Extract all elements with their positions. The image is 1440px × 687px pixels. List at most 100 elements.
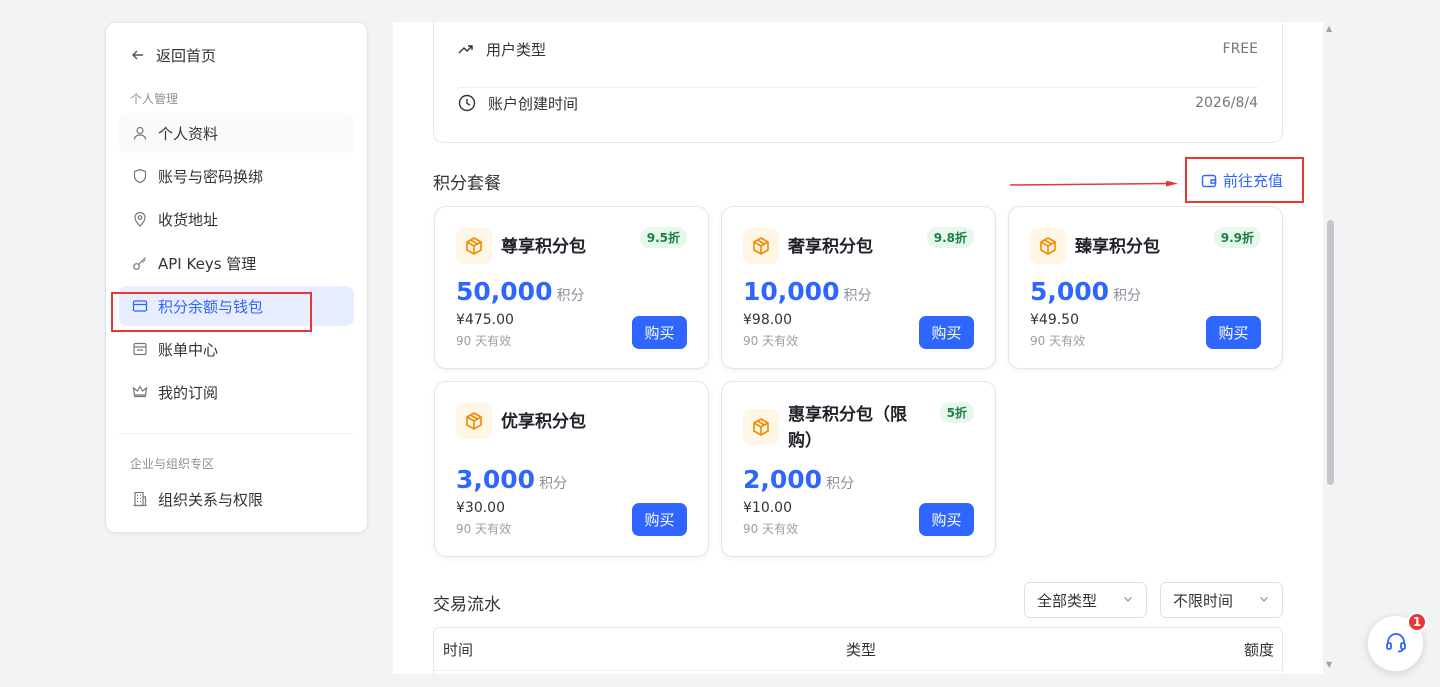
package-card: 尊享积分包 9.5折 50,000 积分 ¥475.00 90 天有效 购买 xyxy=(434,206,709,369)
time-filter-select[interactable]: 不限时间 xyxy=(1160,582,1283,618)
table-header-divider xyxy=(434,670,1282,671)
sidebar-item-label: 个人资料 xyxy=(158,124,219,143)
package-box-icon xyxy=(456,228,492,264)
wallet-icon xyxy=(1201,173,1217,189)
user-type-value: FREE xyxy=(1222,41,1258,57)
transactions-title: 交易流水 xyxy=(433,595,501,615)
package-amount: 2,000 积分 xyxy=(743,465,854,494)
credits-unit: 积分 xyxy=(1113,288,1142,304)
package-name: 臻享积分包 xyxy=(1075,237,1160,257)
created-time-label: 账户创建时间 xyxy=(488,94,579,113)
clock-icon xyxy=(458,94,476,112)
sidebar-item-account-security[interactable]: 账号与密码换绑 xyxy=(119,156,354,196)
package-amount: 3,000 积分 xyxy=(456,465,567,494)
package-amount: 5,000 积分 xyxy=(1030,277,1141,306)
package-name: 尊享积分包 xyxy=(501,237,586,257)
user-type-label: 用户类型 xyxy=(486,40,547,59)
back-home-link[interactable]: 返回首页 xyxy=(130,43,216,67)
transactions-table: 时间 类型 额度 xyxy=(433,627,1283,674)
building-icon xyxy=(132,491,148,507)
package-card: 奢享积分包 9.8折 10,000 积分 ¥98.00 90 天有效 购买 xyxy=(721,206,996,369)
discount-badge: 5折 xyxy=(939,402,974,423)
annotation-arrow xyxy=(1010,181,1178,187)
sidebar-item-label: 账单中心 xyxy=(158,340,219,359)
recharge-label: 前往充值 xyxy=(1222,172,1283,190)
package-credits: 3,000 xyxy=(456,465,536,494)
sidebar-item-billing[interactable]: 账单中心 xyxy=(119,329,354,369)
chevron-down-icon xyxy=(1122,591,1134,609)
shield-icon xyxy=(132,168,148,184)
package-credits: 5,000 xyxy=(1030,277,1110,306)
package-validity: 90 天有效 xyxy=(1030,334,1086,348)
package-credits: 2,000 xyxy=(743,465,823,494)
package-name: 优享积分包 xyxy=(501,412,586,432)
sidebar-item-label: 我的订阅 xyxy=(158,383,219,402)
package-price: ¥475.00 xyxy=(456,312,514,328)
package-validity: 90 天有效 xyxy=(743,522,799,536)
package-price: ¥98.00 xyxy=(743,312,792,328)
package-box-icon xyxy=(456,403,492,439)
notification-badge: 1 xyxy=(1407,612,1427,632)
credit-card-icon xyxy=(132,298,148,314)
credits-unit: 积分 xyxy=(843,288,872,304)
scrollbar[interactable]: ▲ ▼ xyxy=(1323,22,1337,674)
sidebar-item-address[interactable]: 收货地址 xyxy=(119,199,354,239)
package-amount: 50,000 积分 xyxy=(456,277,584,306)
user-icon xyxy=(132,125,148,141)
buy-button[interactable]: 购买 xyxy=(632,316,687,349)
section-personal-heading: 个人管理 xyxy=(130,92,179,106)
package-amount: 10,000 积分 xyxy=(743,277,871,306)
key-icon xyxy=(132,255,148,271)
headset-icon xyxy=(1384,630,1408,658)
sidebar-item-label: 收货地址 xyxy=(158,210,219,229)
recharge-link[interactable]: 前往充值 xyxy=(1201,170,1283,191)
main-panel: 用户类型 FREE 账户创建时间 2026/8/4 积分套餐 前往充值 尊享积分… xyxy=(393,22,1323,674)
type-filter-select[interactable]: 全部类型 xyxy=(1024,582,1147,618)
created-time-value: 2026/8/4 xyxy=(1195,95,1258,111)
package-box-icon xyxy=(743,409,779,445)
buy-button[interactable]: 购买 xyxy=(919,316,974,349)
package-price: ¥30.00 xyxy=(456,500,505,516)
scroll-up-icon[interactable]: ▲ xyxy=(1326,24,1332,33)
created-time-row: 账户创建时间 2026/8/4 xyxy=(458,91,1258,115)
back-home-label: 返回首页 xyxy=(156,46,217,65)
package-price: ¥49.50 xyxy=(1030,312,1079,328)
sidebar-item-credits-wallet[interactable]: 积分余额与钱包 xyxy=(119,286,354,326)
location-pin-icon xyxy=(132,211,148,227)
table-header-row: 时间 类型 额度 xyxy=(434,628,1282,670)
sidebar-item-label: 组织关系与权限 xyxy=(158,490,264,509)
trending-up-icon xyxy=(458,41,474,57)
column-header-time: 时间 xyxy=(443,640,474,659)
sidebar-item-label: API Keys 管理 xyxy=(158,254,257,273)
buy-button[interactable]: 购买 xyxy=(1206,316,1261,349)
package-box-icon xyxy=(1030,228,1066,264)
sidebar-item-label: 账号与密码换绑 xyxy=(158,167,264,186)
sidebar-divider xyxy=(119,433,354,434)
bill-icon xyxy=(132,341,148,357)
sidebar-item-org-permissions[interactable]: 组织关系与权限 xyxy=(119,479,354,519)
time-filter-value: 不限时间 xyxy=(1173,591,1234,610)
sidebar: 返回首页 个人管理 个人资料 账号与密码换绑 收货地址 API Keys 管理 … xyxy=(105,22,368,533)
discount-badge: 9.5折 xyxy=(639,227,687,248)
type-filter-value: 全部类型 xyxy=(1037,591,1098,610)
scroll-down-icon[interactable]: ▼ xyxy=(1326,660,1332,669)
scrollbar-thumb[interactable] xyxy=(1327,220,1334,485)
package-name: 奢享积分包 xyxy=(788,237,873,257)
credits-unit: 积分 xyxy=(826,476,855,492)
discount-badge: 9.8折 xyxy=(926,227,974,248)
package-card: 惠享积分包（限购） 5折 2,000 积分 ¥10.00 90 天有效 购买 xyxy=(721,381,996,557)
account-info-card: 用户类型 FREE 账户创建时间 2026/8/4 xyxy=(433,22,1283,143)
buy-button[interactable]: 购买 xyxy=(919,503,974,536)
package-box-icon xyxy=(743,228,779,264)
buy-button[interactable]: 购买 xyxy=(632,503,687,536)
sidebar-item-profile[interactable]: 个人资料 xyxy=(119,113,354,153)
crown-icon xyxy=(132,384,148,400)
credits-unit: 积分 xyxy=(556,288,585,304)
column-header-type: 类型 xyxy=(846,640,877,659)
chevron-down-icon xyxy=(1258,591,1270,609)
credits-unit: 积分 xyxy=(539,476,568,492)
package-credits: 10,000 xyxy=(743,277,840,306)
sidebar-item-subscription[interactable]: 我的订阅 xyxy=(119,372,354,412)
sidebar-item-api-keys[interactable]: API Keys 管理 xyxy=(119,243,354,283)
package-price: ¥10.00 xyxy=(743,500,792,516)
